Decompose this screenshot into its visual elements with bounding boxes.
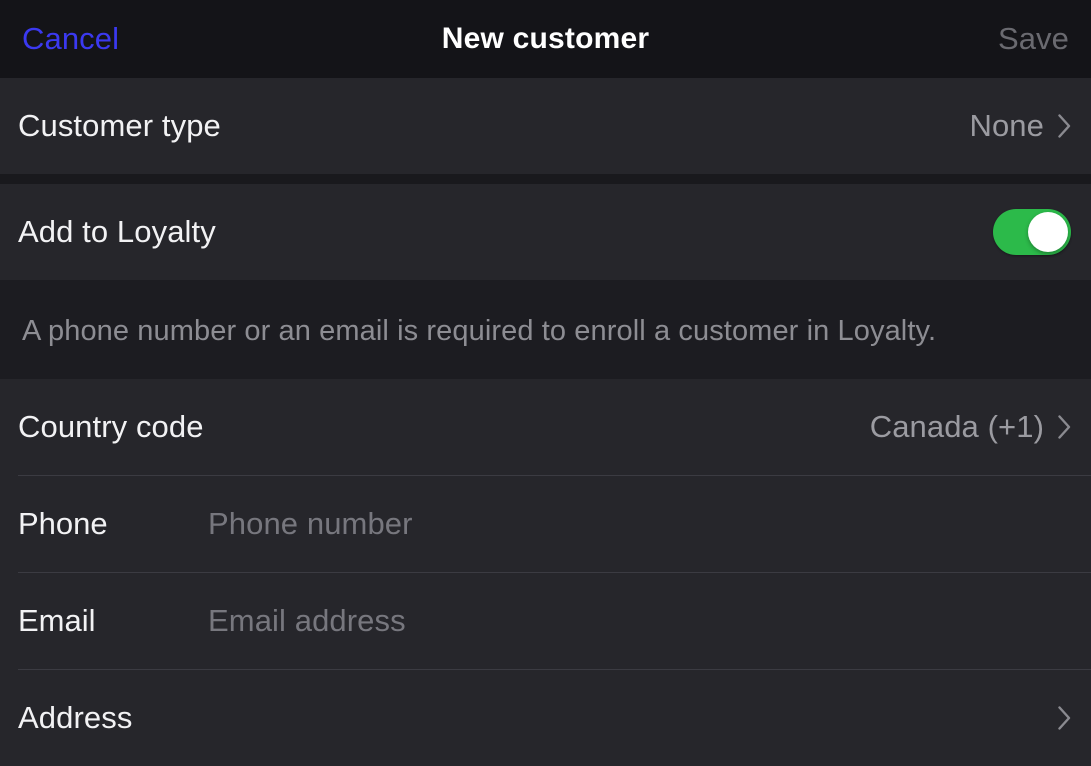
loyalty-note: A phone number or an email is required t…	[0, 280, 1091, 379]
chevron-right-icon	[1058, 114, 1071, 138]
row-address[interactable]: Address	[0, 670, 1091, 766]
country-code-value-group: Canada (+1)	[870, 409, 1071, 445]
section-gap-1	[0, 174, 1091, 185]
phone-label: Phone	[18, 506, 108, 541]
email-label: Email	[18, 603, 96, 638]
row-customer-type[interactable]: Customer type None	[0, 78, 1091, 174]
navigation-bar: Cancel New customer Save	[0, 0, 1091, 78]
toggle-knob	[1028, 212, 1068, 253]
address-label: Address	[18, 700, 133, 735]
address-value-group	[1058, 706, 1071, 730]
customer-type-value: None	[969, 108, 1044, 143]
loyalty-note-text: A phone number or an email is required t…	[22, 315, 937, 348]
phone-input[interactable]	[208, 506, 1071, 542]
row-phone[interactable]: Phone	[0, 476, 1091, 572]
country-code-label: Country code	[18, 409, 204, 444]
cancel-button[interactable]: Cancel	[22, 21, 119, 57]
new-customer-screen: Cancel New customer Save Customer type N…	[0, 0, 1091, 766]
loyalty-section: Add to Loyalty	[0, 184, 1091, 281]
row-country-code[interactable]: Country code Canada (+1)	[0, 379, 1091, 475]
add-to-loyalty-label: Add to Loyalty	[18, 214, 216, 250]
row-email[interactable]: Email	[0, 573, 1091, 669]
chevron-right-icon	[1058, 706, 1071, 730]
page-title: New customer	[441, 22, 650, 55]
save-button[interactable]: Save	[998, 21, 1069, 57]
row-add-to-loyalty[interactable]: Add to Loyalty	[0, 184, 1091, 280]
loyalty-toggle-group	[993, 209, 1071, 256]
contact-section: Country code Canada (+1) Phone Email Add…	[0, 379, 1091, 766]
customer-type-value-group: None	[969, 108, 1071, 144]
add-to-loyalty-toggle[interactable]	[993, 209, 1071, 256]
chevron-right-icon	[1058, 415, 1071, 439]
customer-type-label: Customer type	[18, 108, 221, 143]
customer-type-section: Customer type None	[0, 78, 1091, 174]
country-code-value: Canada (+1)	[869, 409, 1044, 444]
email-input[interactable]	[208, 603, 1071, 639]
